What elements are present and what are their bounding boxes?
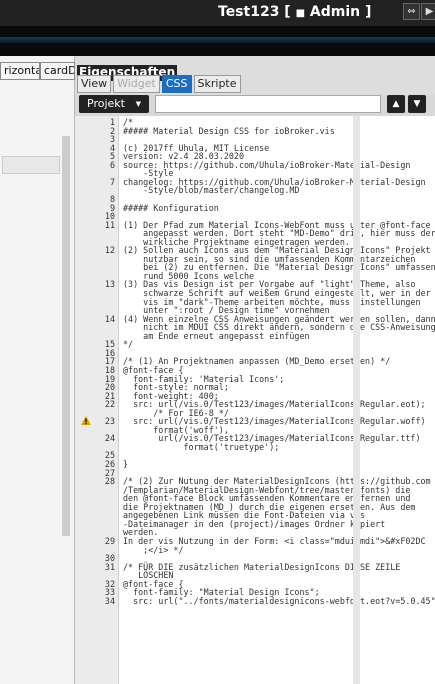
code-text: format('truetype'); xyxy=(123,441,280,452)
line-number: 7 xyxy=(109,176,115,187)
line-number: 14 xyxy=(104,313,115,324)
code-text: src: url("../fonts/materialdesignicons-w… xyxy=(123,595,435,606)
line-number: 31 xyxy=(104,561,115,572)
code-text: ##### Konfiguration xyxy=(123,202,219,213)
properties-tabs: View Widget CSS Skripte xyxy=(75,75,435,95)
line-number: 28 xyxy=(104,476,115,487)
tab-view[interactable]: View xyxy=(77,75,112,93)
code-text: } xyxy=(123,459,129,469)
widget-panel xyxy=(0,56,75,684)
tab-widget[interactable]: Widget xyxy=(113,75,160,93)
code-text: -Style/blob/master/changelog.MD xyxy=(123,185,300,196)
chevron-down-icon: ▼ xyxy=(135,100,141,108)
project-select-label: Projekt xyxy=(87,97,125,110)
line-number: 11 xyxy=(104,219,115,230)
window-title: Test123 [ ■ Admin ] xyxy=(218,4,372,20)
editor-scrollbar[interactable] xyxy=(353,116,360,684)
tab-skripte[interactable]: Skripte xyxy=(193,75,241,93)
export-icon[interactable]: ⇔ xyxy=(403,3,420,20)
css-toolbar: Projekt ▼ ▲ ▼ xyxy=(75,95,435,116)
line-number: 6 xyxy=(109,159,115,170)
line-number: 23 xyxy=(104,416,115,427)
toolbar-strip xyxy=(0,26,435,56)
code-text: ;</i> */ xyxy=(123,544,184,555)
left-scrollbar[interactable] xyxy=(62,136,70,536)
line-number: 13 xyxy=(104,279,115,290)
tab-css[interactable]: CSS xyxy=(161,75,192,93)
line-number: 12 xyxy=(104,245,115,256)
runtime-icon[interactable]: ▶ xyxy=(421,3,435,20)
tab-rizontal[interactable]: rizontal xyxy=(0,62,40,80)
line-number: 24 xyxy=(104,433,115,444)
left-tabs: rizontal cardD xyxy=(0,62,75,80)
code-text: */ xyxy=(123,339,134,350)
project-select[interactable]: Projekt ▼ xyxy=(79,95,149,113)
arrow-up-icon[interactable]: ▲ xyxy=(387,95,405,113)
code-text: am Ende erneut angepasst einfügen xyxy=(123,330,310,341)
line-number: 29 xyxy=(104,535,115,546)
line-number: 34 xyxy=(104,595,115,606)
warning-icon xyxy=(81,416,91,426)
code-text: ##### Material Design CSS for ioBroker.v… xyxy=(123,125,335,136)
tab-cardd[interactable]: cardD xyxy=(40,62,75,80)
search-input[interactable] xyxy=(155,95,381,113)
line-number: 22 xyxy=(104,399,115,410)
user-icon: ■ xyxy=(295,8,306,19)
arrow-down-icon[interactable]: ▼ xyxy=(408,95,426,113)
title-bar: Test123 [ ■ Admin ] ⇔ ▶ xyxy=(0,0,435,26)
widget-preview xyxy=(2,156,60,174)
code-editor[interactable]: 1/* 2 ##### Material Design CSS for ioBrok… xyxy=(75,116,435,684)
code-text: -Dateimanager in den (project)/images Or… xyxy=(123,518,386,529)
